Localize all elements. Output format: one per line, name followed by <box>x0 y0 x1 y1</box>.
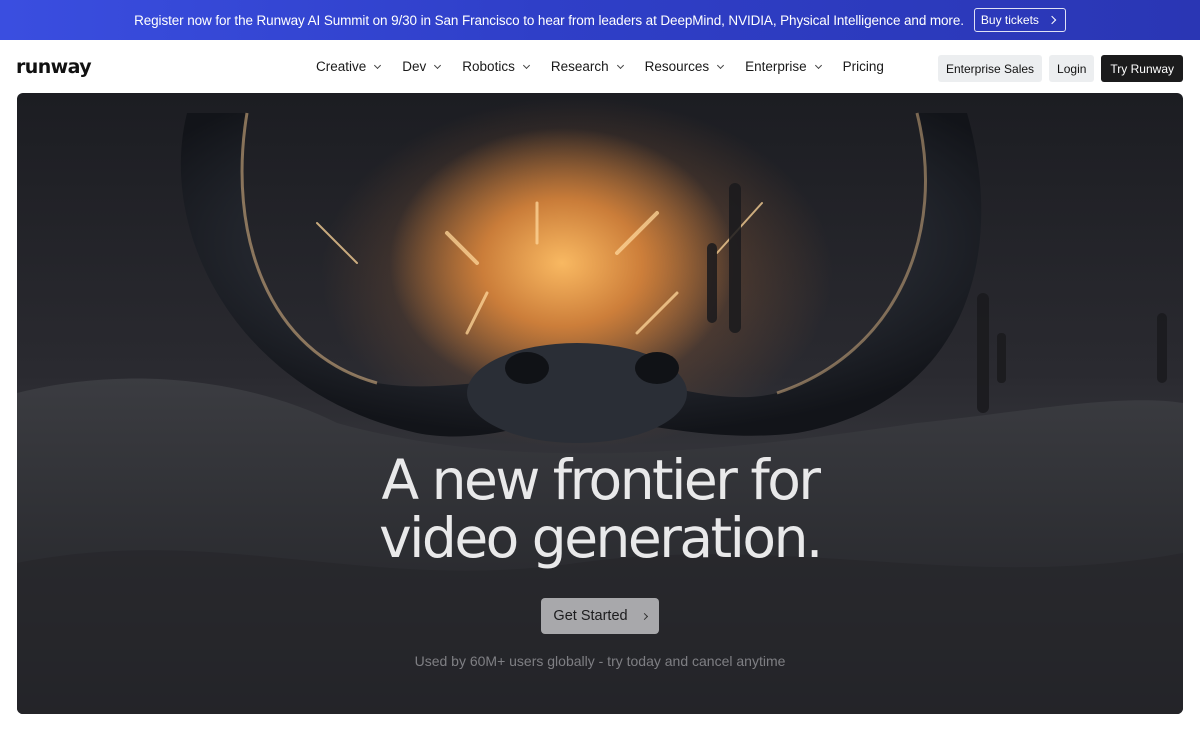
nav-item-robotics[interactable]: Robotics <box>462 59 530 74</box>
chevron-right-icon <box>640 612 648 620</box>
buy-tickets-button[interactable]: Buy tickets <box>973 8 1066 32</box>
nav-item-label: Robotics <box>462 59 515 74</box>
chevron-down-icon <box>814 61 822 69</box>
nav-item-creative[interactable]: Creative <box>316 59 382 74</box>
chevron-down-icon <box>374 61 382 69</box>
buy-tickets-label: Buy tickets <box>980 13 1039 27</box>
nav-item-label: Research <box>550 59 609 74</box>
nav-item-pricing[interactable]: Pricing <box>843 59 884 74</box>
chevron-down-icon <box>616 61 624 69</box>
hero-title-line-2: video generation. <box>379 506 823 570</box>
chevron-down-icon <box>522 61 530 69</box>
enterprise-sales-button[interactable]: Enterprise Sales <box>938 55 1043 82</box>
chevron-right-icon <box>1047 15 1057 25</box>
nav-item-dev[interactable]: Dev <box>402 59 442 74</box>
nav-item-enterprise[interactable]: Enterprise <box>745 59 822 74</box>
get-started-button[interactable]: Get Started <box>541 598 659 634</box>
nav-item-label: Pricing <box>842 59 884 74</box>
nav-menu: Creative Dev Robotics Research Resources… <box>316 40 906 93</box>
hero-title: A new frontier for video generation. <box>17 451 1183 567</box>
get-started-label: Get Started <box>553 608 628 624</box>
nav-item-label: Dev <box>402 59 427 74</box>
chevron-down-icon <box>717 61 725 69</box>
main-nav: runway Creative Dev Robotics Research Re… <box>0 40 1200 93</box>
nav-item-label: Creative <box>316 59 367 74</box>
nav-item-label: Resources <box>644 59 710 74</box>
hero-title-line-1: A new frontier for <box>381 448 821 512</box>
nav-item-research[interactable]: Research <box>550 59 624 74</box>
nav-item-label: Enterprise <box>745 59 807 74</box>
announcement-text: Register now for the Runway AI Summit on… <box>134 12 964 28</box>
login-button[interactable]: Login <box>1049 55 1095 82</box>
nav-actions: Enterprise Sales Login Try Runway <box>938 55 1183 82</box>
hero-section: A new frontier for video generation. Get… <box>17 93 1183 714</box>
nav-item-resources[interactable]: Resources <box>644 59 725 74</box>
runway-logo[interactable]: runway <box>16 56 92 78</box>
announcement-bar: Register now for the Runway AI Summit on… <box>0 0 1200 40</box>
hero-subtitle: Used by 60M+ users globally - try today … <box>414 653 786 669</box>
chevron-down-icon <box>434 61 442 69</box>
try-runway-button[interactable]: Try Runway <box>1101 55 1183 82</box>
